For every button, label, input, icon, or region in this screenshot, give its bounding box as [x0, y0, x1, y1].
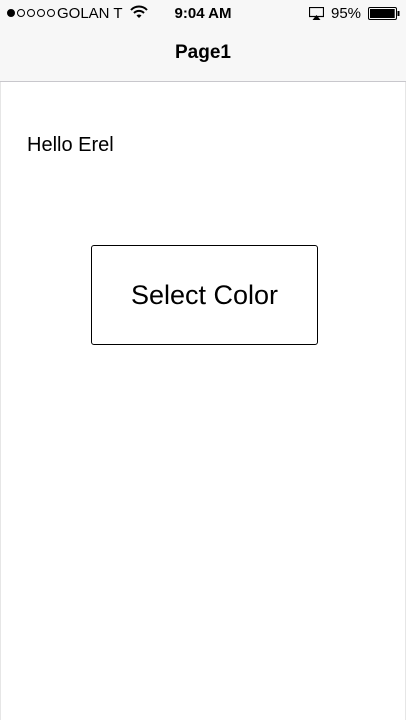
status-bar: GOLAN T 9:04 AM 95%	[0, 0, 406, 28]
battery-percentage: 95%	[331, 5, 362, 22]
greeting-label: Hello Erel	[27, 134, 114, 156]
airplay-icon	[309, 7, 324, 20]
battery-level-fill	[370, 9, 395, 18]
screen: GOLAN T 9:04 AM 95% Page1 Hello Erel Sel…	[0, 0, 406, 720]
battery-icon	[368, 7, 400, 20]
main-content: Hello Erel Select Color	[0, 82, 406, 720]
page-title: Page1	[175, 42, 231, 63]
top-bar: GOLAN T 9:04 AM 95% Page1	[0, 0, 406, 82]
select-color-button[interactable]: Select Color	[91, 245, 318, 345]
